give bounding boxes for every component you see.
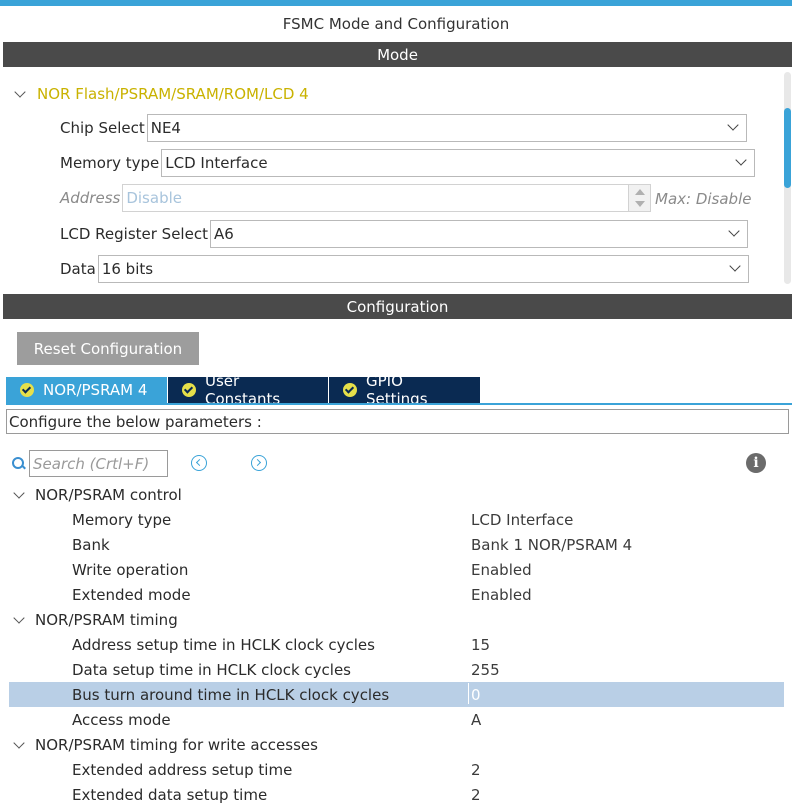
chip-select-value: NE4	[150, 119, 181, 137]
address-row: Address Disable	[60, 184, 652, 212]
memory-type-value: LCD Interface	[165, 154, 268, 172]
param-value: 255	[471, 660, 500, 679]
tab-label: NOR/PSRAM 4	[43, 381, 148, 399]
table-row[interactable]: Address setup time in HCLK clock cycles …	[0, 632, 792, 657]
table-row[interactable]: Write operation Enabled	[0, 557, 792, 582]
memory-type-dropdown[interactable]: LCD Interface	[161, 149, 756, 177]
chevron-down-icon[interactable]	[12, 488, 26, 502]
table-row[interactable]: Bank Bank 1 NOR/PSRAM 4	[0, 532, 792, 557]
table-row[interactable]: Extended data setup time 2	[0, 782, 792, 806]
lcd-register-select-row: LCD Register Select A6	[60, 220, 748, 248]
table-row[interactable]: Extended mode Enabled	[0, 582, 792, 607]
parameters-hint: Configure the below parameters :	[6, 409, 789, 434]
param-value: 15	[471, 635, 491, 654]
mode-section-header: Mode	[3, 42, 792, 67]
next-arrow-icon[interactable]	[251, 455, 267, 471]
tree-group-nor-psram-control[interactable]: NOR/PSRAM control	[0, 482, 792, 507]
table-row[interactable]: Access mode A	[0, 707, 792, 732]
chevron-down-icon[interactable]	[12, 738, 26, 752]
lcd-register-select-dropdown[interactable]: A6	[209, 220, 748, 248]
chevron-down-icon	[729, 227, 739, 237]
param-name: Bus turn around time in HCLK clock cycle…	[72, 685, 390, 704]
chevron-down-icon	[736, 156, 746, 166]
search-row	[12, 450, 168, 477]
table-row-selected[interactable]: Bus turn around time in HCLK clock cycle…	[0, 682, 792, 707]
config-tabs: NOR/PSRAM 4 User Constants GPIO Settings	[6, 372, 481, 408]
lcd-register-select-label: LCD Register Select	[60, 225, 208, 243]
check-circle-icon	[343, 383, 357, 397]
chevron-down-icon[interactable]	[12, 613, 26, 627]
chip-select-dropdown[interactable]: NE4	[146, 114, 747, 142]
tab-nor-psram-4[interactable]: NOR/PSRAM 4	[6, 377, 167, 403]
tab-underline	[6, 403, 792, 405]
param-value: 2	[471, 785, 481, 804]
mode-scrollbar-thumb[interactable]	[784, 108, 791, 188]
param-value: Enabled	[471, 560, 532, 579]
data-dropdown[interactable]: 16 bits	[97, 255, 749, 283]
lcd-register-select-value: A6	[213, 225, 234, 243]
param-name: Write operation	[72, 560, 189, 579]
search-icon	[12, 456, 26, 471]
prev-arrow-icon[interactable]	[191, 455, 207, 471]
param-name: Memory type	[72, 510, 172, 529]
reset-configuration-button[interactable]: Reset Configuration	[17, 332, 199, 365]
param-name: Address setup time in HCLK clock cycles	[72, 635, 375, 654]
memory-type-label: Memory type	[60, 154, 160, 172]
tree-group-label: NOR/PSRAM timing	[35, 610, 178, 629]
parameter-tree: NOR/PSRAM control Memory type LCD Interf…	[0, 482, 792, 806]
address-label: Address	[60, 189, 121, 207]
param-name: Bank	[72, 535, 110, 554]
data-row: Data 16 bits	[60, 255, 749, 283]
tree-group-label: NOR/PSRAM control	[35, 485, 182, 504]
chevron-down-icon	[728, 121, 738, 131]
tree-group-nor-psram-timing[interactable]: NOR/PSRAM timing	[0, 607, 792, 632]
chevron-down-icon[interactable]	[13, 87, 27, 101]
memory-type-row: Memory type LCD Interface	[60, 149, 756, 177]
search-input[interactable]	[29, 450, 168, 477]
check-circle-icon	[20, 383, 34, 397]
param-name: Extended mode	[72, 585, 191, 604]
address-max-label: Max: Disable	[655, 190, 752, 208]
param-name: Extended data setup time	[72, 785, 268, 804]
address-spinner[interactable]: Disable	[122, 184, 652, 212]
chevron-down-icon	[730, 262, 740, 272]
tab-user-constants[interactable]: User Constants	[168, 372, 328, 408]
tab-gpio-settings[interactable]: GPIO Settings	[329, 372, 480, 408]
table-row[interactable]: Memory type LCD Interface	[0, 507, 792, 532]
param-name: Access mode	[72, 710, 171, 729]
param-value: Bank 1 NOR/PSRAM 4	[471, 535, 633, 554]
mode-group-label: NOR Flash/PSRAM/SRAM/ROM/LCD 4	[37, 85, 309, 103]
tree-group-nor-psram-timing-write[interactable]: NOR/PSRAM timing for write accesses	[0, 732, 792, 757]
param-name: Extended address setup time	[72, 760, 293, 779]
param-value: 2	[471, 760, 481, 779]
check-circle-icon	[182, 383, 196, 397]
param-name: Data setup time in HCLK clock cycles	[72, 660, 351, 679]
chip-select-row: Chip Select NE4	[60, 114, 747, 142]
data-label: Data	[60, 260, 96, 278]
tree-group-label: NOR/PSRAM timing for write accesses	[35, 735, 318, 754]
address-value: Disable	[126, 189, 182, 207]
window-title: FSMC Mode and Configuration	[282, 15, 510, 33]
info-icon[interactable]: i	[746, 453, 766, 473]
param-value: Enabled	[471, 585, 532, 604]
param-value: A	[471, 710, 482, 729]
table-row[interactable]: Data setup time in HCLK clock cycles 255	[0, 657, 792, 682]
mode-panel: NOR Flash/PSRAM/SRAM/ROM/LCD 4 Chip Sele…	[3, 67, 792, 286]
spinner-buttons[interactable]	[628, 185, 651, 211]
mode-scrollbar[interactable]	[784, 72, 791, 284]
spin-up-icon[interactable]	[635, 189, 646, 195]
param-value-editor[interactable]: 0	[468, 682, 481, 704]
data-value: 16 bits	[101, 260, 154, 278]
chip-select-label: Chip Select	[60, 119, 145, 137]
configuration-section-header: Configuration	[3, 294, 792, 319]
spin-down-icon[interactable]	[635, 201, 646, 207]
param-value: LCD Interface	[471, 510, 574, 529]
mode-group-title[interactable]: NOR Flash/PSRAM/SRAM/ROM/LCD 4	[13, 85, 309, 103]
table-row[interactable]: Extended address setup time 2	[0, 757, 792, 782]
